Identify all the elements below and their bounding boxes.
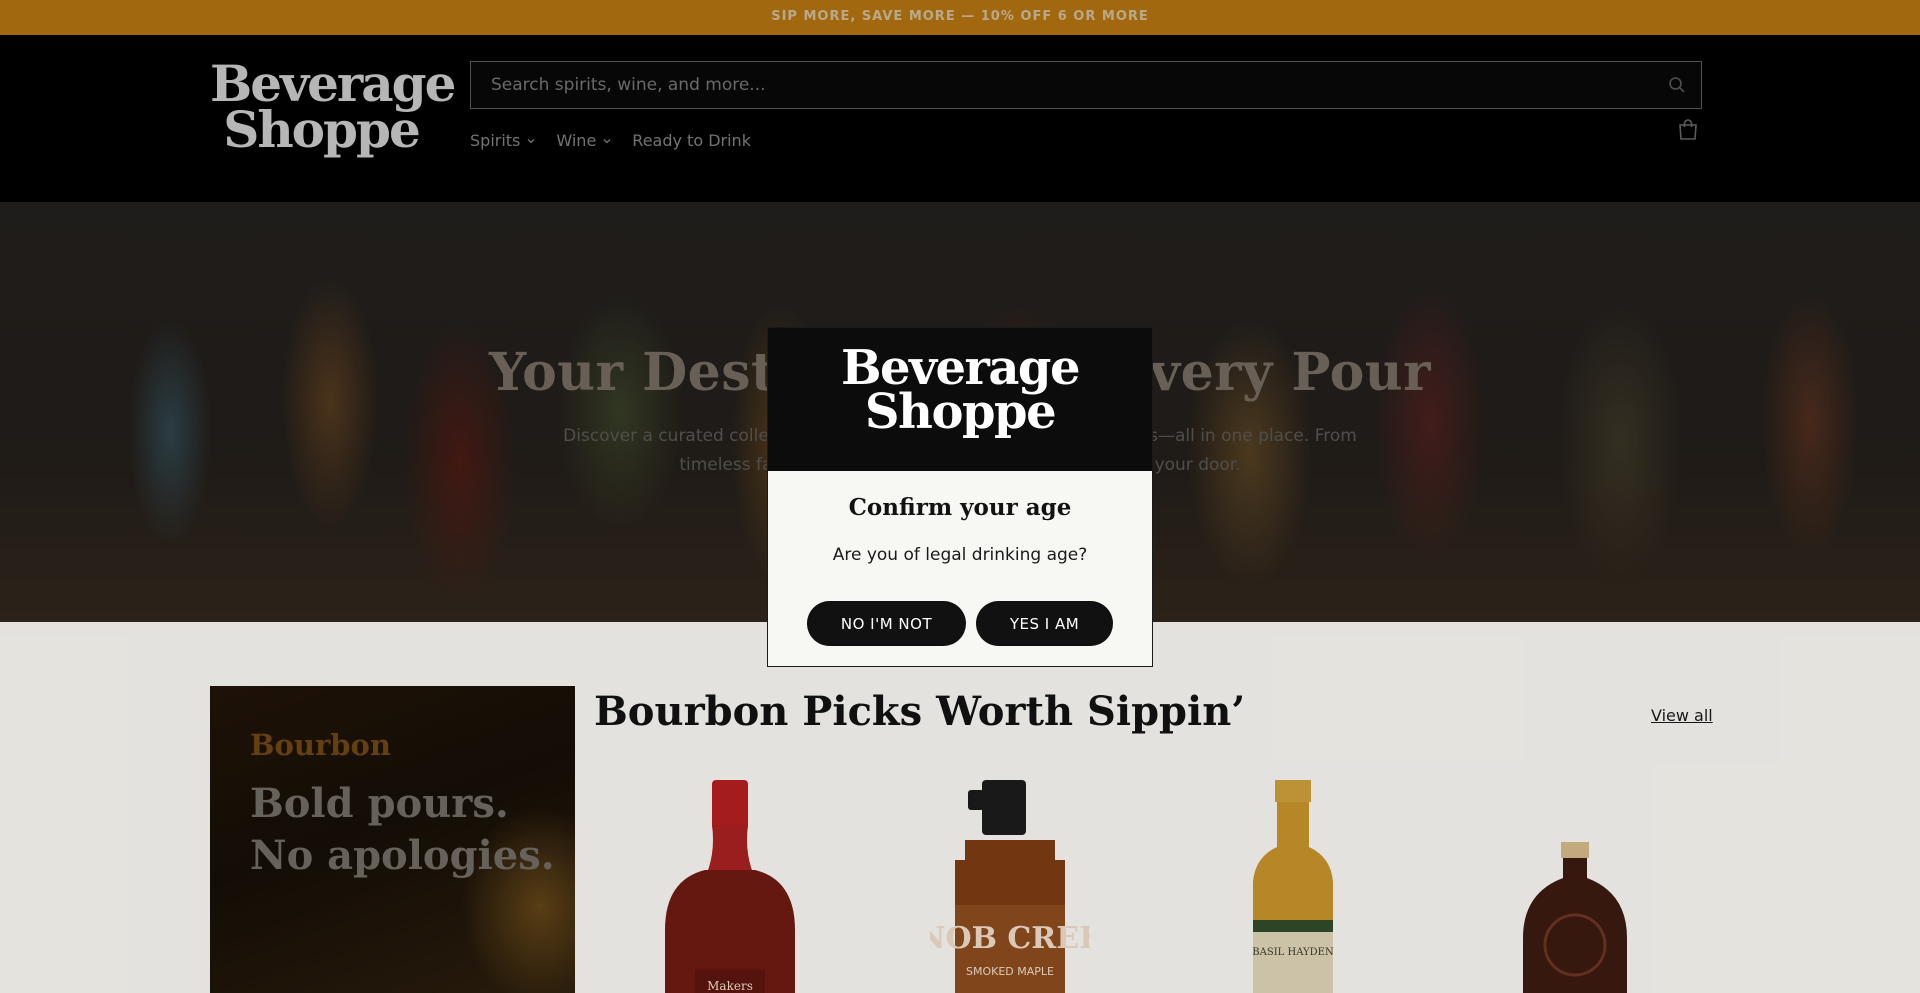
- modal-logo-line-2: Shoppe: [864, 384, 1057, 440]
- modal-title: Confirm your age: [848, 494, 1072, 521]
- modal-backdrop-bottom[interactable]: [0, 622, 1920, 993]
- modal-logo: Beverage Shoppe: [768, 344, 1152, 440]
- modal-logo-panel: Beverage Shoppe: [768, 328, 1152, 471]
- age-verification-modal: Beverage Shoppe Confirm your age Are you…: [767, 327, 1153, 667]
- yes-button[interactable]: YES I AM: [976, 601, 1113, 646]
- modal-question: Are you of legal drinking age?: [832, 545, 1088, 565]
- no-button[interactable]: NO I'M NOT: [807, 601, 966, 646]
